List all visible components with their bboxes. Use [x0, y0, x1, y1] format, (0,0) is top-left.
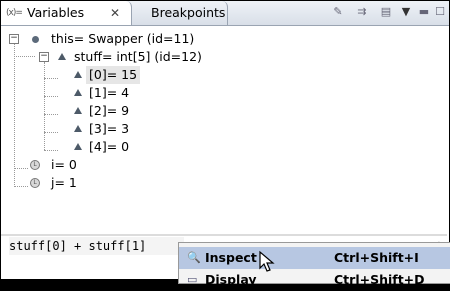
tab-bar: (x)= Variables ✕ Breakpoints ✎ ⇉ ▤ ▼ ▬ ☐ [1, 1, 449, 26]
toggle-detail-icon[interactable]: ▤ [379, 5, 393, 19]
tab-breakpoints-label: Breakpoints [151, 5, 226, 20]
context-menu: 🔍 Inspect Ctrl+Shift+I ▭ Display Ctrl+Sh… [178, 242, 450, 287]
tree-row-this[interactable]: − this= Swapper (id=11) [1, 30, 441, 48]
tree-label: i= 0 [51, 157, 77, 172]
tree-label: this= Swapper (id=11) [51, 31, 195, 46]
collapse-all-icon[interactable]: ⇉ [355, 5, 369, 19]
tree-row-local[interactable]: L i= 0 [1, 156, 441, 174]
tree-label: [4]= 0 [89, 139, 130, 154]
array-element-icon [74, 143, 82, 150]
menu-item-shortcut: Ctrl+Shift+I [334, 250, 419, 265]
array-element-icon [74, 71, 82, 78]
tree-row-element[interactable]: [2]= 9 [1, 102, 441, 120]
tree-row-local[interactable]: L j= 1 [1, 174, 441, 192]
collapse-toggle-icon[interactable]: − [9, 34, 19, 44]
tree-row-element[interactable]: [4]= 0 [1, 138, 441, 156]
show-type-names-icon[interactable]: ✎ [331, 5, 345, 19]
tab-variables-label: Variables [27, 5, 85, 20]
tab-breakpoints[interactable]: Breakpoints [135, 1, 228, 25]
menu-item-label: Inspect [205, 250, 257, 265]
local-variable-icon: L [30, 160, 40, 170]
tree-label: stuff= int[5] (id=12) [74, 49, 202, 64]
variables-icon: (x)= [6, 8, 23, 18]
tree-row-element[interactable]: [1]= 4 [1, 84, 441, 102]
mouse-cursor-icon [259, 250, 275, 272]
tree-label: [1]= 4 [89, 85, 130, 100]
variables-tree: − this= Swapper (id=11) − stuff= int[5] … [1, 26, 447, 234]
array-element-icon [74, 89, 82, 96]
menu-item-shortcut: Ctrl+Shift+D [334, 272, 425, 287]
local-variable-icon: L [30, 178, 40, 188]
object-icon [32, 36, 39, 43]
close-icon[interactable]: ✕ [110, 1, 120, 25]
magnifier-icon: 🔍 [187, 251, 201, 264]
tree-label: [2]= 9 [89, 103, 130, 118]
collapse-toggle-icon[interactable]: − [39, 52, 49, 62]
array-element-icon [74, 125, 82, 132]
tree-label: [3]= 3 [89, 121, 130, 136]
menu-item-label: Display [205, 272, 257, 287]
menu-item-display[interactable]: ▭ Display Ctrl+Shift+D [179, 269, 450, 291]
menu-item-inspect[interactable]: 🔍 Inspect Ctrl+Shift+I [179, 247, 450, 269]
tree-label: j= 1 [51, 175, 77, 190]
array-field-icon [58, 53, 66, 60]
tree-row-element[interactable]: [3]= 3 [1, 120, 441, 138]
tree-label: [0]= 15 [86, 66, 141, 84]
detail-pane-input[interactable]: stuff[0] + stuff[1] [9, 237, 184, 255]
minimize-icon[interactable]: ▬ [417, 5, 431, 19]
display-icon: ▭ [187, 273, 198, 286]
array-element-icon [74, 107, 82, 114]
detail-pane-divider[interactable] [1, 234, 447, 236]
view-menu-icon[interactable]: ▼ [399, 5, 413, 19]
variables-view: (x)= Variables ✕ Breakpoints ✎ ⇉ ▤ ▼ ▬ ☐… [0, 0, 450, 280]
tree-row-stuff[interactable]: − stuff= int[5] (id=12) [1, 48, 441, 66]
tree-row-element[interactable]: [0]= 15 [1, 66, 441, 84]
tab-variables[interactable]: (x)= Variables ✕ [1, 1, 132, 25]
maximize-icon[interactable]: ☐ [433, 5, 447, 19]
